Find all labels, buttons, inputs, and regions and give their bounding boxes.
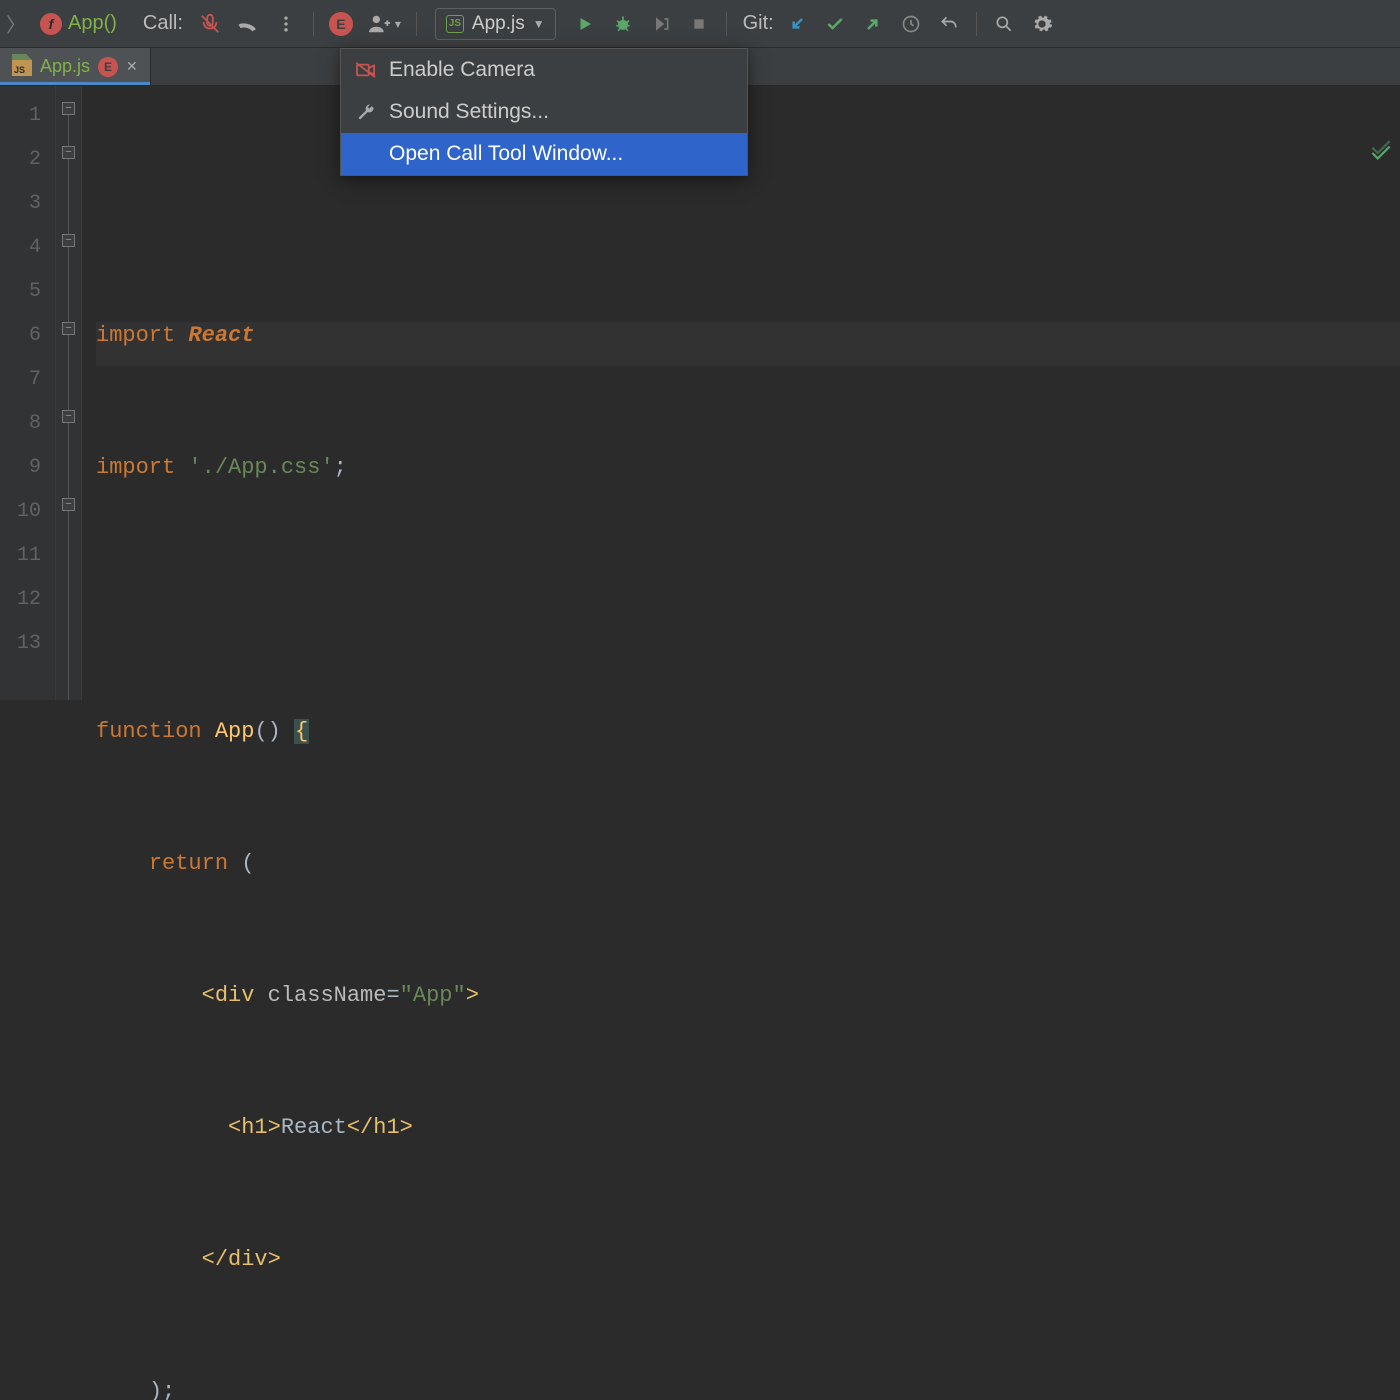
editor: 12345678910111213 − − − − − − import Rea… (0, 86, 1400, 700)
line-number-gutter: 12345678910111213 (0, 86, 56, 700)
settings-button[interactable] (1025, 7, 1059, 41)
function-icon: f (40, 13, 62, 35)
undo-icon (939, 14, 959, 34)
check-icon (1368, 140, 1394, 166)
git-history-button[interactable] (894, 7, 928, 41)
check-icon (825, 14, 845, 34)
search-everywhere-button[interactable] (987, 7, 1021, 41)
inspection-widget[interactable] (1368, 140, 1396, 168)
fold-toggle[interactable]: − (62, 410, 75, 423)
menu-item-label: Enable Camera (389, 58, 535, 82)
coverage-button[interactable] (644, 7, 678, 41)
phone-down-icon (236, 12, 260, 36)
code-area[interactable]: import React import './App.css'; functio… (82, 86, 1400, 700)
fold-toggle[interactable]: − (62, 498, 75, 511)
fold-toggle[interactable]: − (62, 146, 75, 159)
chevron-down-icon: ▾ (395, 17, 401, 31)
separator (976, 12, 977, 36)
mic-off-icon (199, 13, 221, 35)
bug-icon (613, 14, 633, 34)
nodejs-icon: JS (446, 15, 464, 33)
add-user-button[interactable]: ▾ (362, 7, 406, 41)
run-config-selector[interactable]: JS App.js ▼ (435, 8, 556, 40)
main-toolbar: 〉 f App() Call: E ▾ JS App.js ▼ Git: (0, 0, 1400, 48)
separator (313, 12, 314, 36)
git-label: Git: (743, 12, 774, 35)
arrow-up-right-icon (863, 14, 883, 34)
wrench-icon (355, 102, 377, 122)
separator (416, 12, 417, 36)
git-commit-button[interactable] (818, 7, 852, 41)
gear-icon (1031, 13, 1053, 35)
collaborator-avatar[interactable]: E (324, 7, 358, 41)
tab-collaborator-badge: E (98, 57, 118, 77)
user-plus-icon (367, 13, 393, 35)
kebab-icon (276, 14, 296, 34)
fold-toggle[interactable]: − (62, 102, 75, 115)
git-update-button[interactable] (780, 7, 814, 41)
menu-item-label: Open Call Tool Window... (389, 142, 623, 166)
arrow-down-left-icon (787, 14, 807, 34)
chevron-down-icon: ▼ (533, 17, 545, 31)
camera-off-icon (355, 61, 377, 79)
avatar-icon: E (329, 12, 353, 36)
breadcrumb-chevron: 〉 (6, 9, 26, 38)
debug-button[interactable] (606, 7, 640, 41)
git-rollback-button[interactable] (932, 7, 966, 41)
git-push-button[interactable] (856, 7, 890, 41)
tab-label: App.js (40, 56, 90, 77)
call-options-menu: Enable Camera Sound Settings... Open Cal… (340, 48, 748, 176)
menu-item-enable-camera[interactable]: Enable Camera (341, 49, 747, 91)
menu-item-open-call-tool-window[interactable]: Open Call Tool Window... (341, 133, 747, 175)
run-coverage-icon (651, 14, 671, 34)
stop-icon (691, 16, 707, 32)
play-icon (576, 15, 594, 33)
stop-button[interactable] (682, 7, 716, 41)
breadcrumb-label: App() (68, 12, 117, 35)
mute-mic-button[interactable] (193, 7, 227, 41)
clock-icon (901, 14, 921, 34)
close-tab-button[interactable]: ✕ (126, 58, 138, 75)
more-call-button[interactable] (269, 7, 303, 41)
call-label: Call: (143, 12, 183, 35)
breadcrumb[interactable]: f App() (32, 10, 125, 37)
menu-item-sound-settings[interactable]: Sound Settings... (341, 91, 747, 133)
run-config-label: App.js (472, 13, 525, 35)
search-icon (994, 14, 1014, 34)
hangup-button[interactable] (231, 7, 265, 41)
fold-gutter: − − − − − − (56, 86, 82, 700)
run-button[interactable] (568, 7, 602, 41)
js-file-icon: JS (12, 60, 32, 76)
fold-toggle[interactable]: − (62, 234, 75, 247)
fold-toggle[interactable]: − (62, 322, 75, 335)
separator (726, 12, 727, 36)
file-tab-app-js[interactable]: JS App.js E ✕ (0, 48, 151, 85)
menu-item-label: Sound Settings... (389, 100, 549, 124)
